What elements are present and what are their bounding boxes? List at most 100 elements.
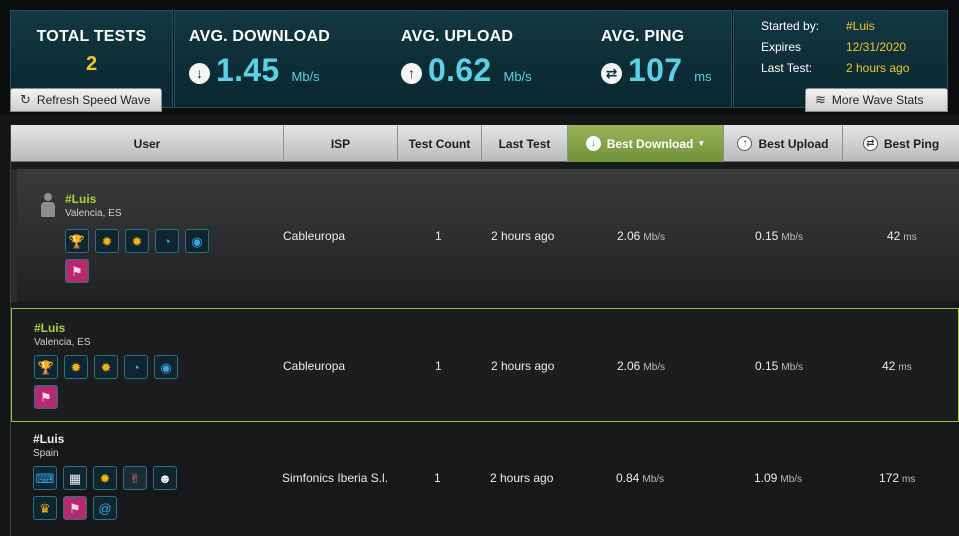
avg-ping-stat: AVG. PING ⇄ 107 ms [601, 28, 712, 89]
refresh-speed-wave-button[interactable]: ↻ Refresh Speed Wave [10, 88, 162, 112]
isp-cell: Cableuropa [283, 359, 346, 373]
table-row[interactable]: #Luis Valencia, ES 🏆 ✹ ✹ ◔ ◉ ⚑ Cableurop… [11, 308, 959, 422]
panda-icon[interactable]: ☻ [153, 466, 177, 490]
speedometer-icon[interactable]: ◔ [124, 355, 148, 379]
avg-ping-unit: ms [694, 69, 712, 84]
upload-value: 0.15 [755, 359, 779, 373]
gold-medal-icon[interactable]: ✹ [94, 355, 118, 379]
test-count-cell: 1 [435, 229, 442, 243]
gold-trophy-icon[interactable]: 🏆 [34, 355, 58, 379]
averages-panel: AVG. DOWNLOAD ↓ 1.45 Mb/s AVG. UPLOAD ↑ … [174, 10, 732, 108]
ping-unit: ms [903, 232, 917, 243]
checkered-flag-icon[interactable]: ▦ [63, 466, 87, 490]
download-cell: 2.06 Mb/s [617, 359, 665, 373]
upload-cell: 0.15 Mb/s [755, 359, 803, 373]
column-header-isp[interactable]: ISP [284, 125, 398, 162]
table-row[interactable]: #Luis Spain ⌨ ▦ ✹ ✌ ☻ ♛ ⚑ @ Simfonics Ib… [11, 423, 959, 536]
started-by-label: Started by: [761, 19, 820, 33]
upload-value: 0.15 [755, 229, 779, 243]
user-location: Valencia, ES [65, 208, 122, 219]
user-name[interactable]: #Luis [33, 432, 64, 446]
download-unit: Mb/s [643, 232, 666, 243]
gold-trophy-icon[interactable]: 🏆 [65, 229, 89, 253]
best-ping-label: Best Ping [883, 136, 940, 151]
upload-arrow-icon: ↑ [737, 136, 753, 151]
pink-ribbon-icon[interactable]: ⚑ [63, 496, 87, 520]
avg-ping-label: AVG. PING [601, 28, 685, 45]
isp-cell: Simfonics Iberia S.l. [282, 471, 389, 485]
download-arrow-icon: ↓ [189, 62, 210, 84]
avg-ping-value: 107 [628, 52, 683, 88]
gold-medal-icon[interactable]: ✹ [93, 466, 117, 490]
results-table: User ISP Test Count Last Test ↓ Best Dow… [10, 125, 959, 536]
download-value: 2.06 [617, 359, 641, 373]
user-name[interactable]: #Luis [34, 321, 65, 335]
gold-medal-icon[interactable]: ✹ [125, 229, 149, 253]
computer-user-icon[interactable]: ⌨ [33, 466, 57, 490]
upload-unit: Mb/s [781, 232, 804, 243]
column-header-test-count[interactable]: Test Count [398, 125, 482, 162]
ping-unit: ms [902, 474, 916, 485]
ping-value: 42 [882, 359, 896, 373]
last-test-cell: 2 hours ago [491, 229, 555, 243]
isp-cell: Cableuropa [283, 229, 346, 243]
user-name[interactable]: #Luis [65, 192, 96, 206]
badge-list: 🏆 ✹ ✹ ◔ ◉ ⚑ [65, 229, 225, 283]
column-header-best-ping[interactable]: ⇄ Best Ping [843, 125, 959, 162]
more-wave-stats-button[interactable]: ≋ More Wave Stats [805, 88, 948, 112]
download-cell: 2.06 Mb/s [617, 229, 665, 243]
upload-value: 1.09 [754, 471, 778, 485]
total-tests-label: TOTAL TESTS [36, 28, 147, 45]
ping-cell: 42 ms [882, 359, 912, 373]
last-test-label: Last Test: [761, 61, 813, 75]
speedometer-icon[interactable]: ◔ [155, 229, 179, 253]
ping-arrows-icon: ⇄ [601, 63, 622, 84]
table-row[interactable]: #Luis Valencia, ES 🏆 ✹ ✹ ◔ ◉ ⚑ Cableurop… [11, 169, 959, 302]
podium-icon[interactable]: ♛ [33, 496, 57, 520]
column-header-user[interactable]: User [11, 125, 284, 162]
user-silhouette-icon [41, 193, 55, 217]
column-header-best-upload[interactable]: ↑ Best Upload [724, 125, 843, 162]
download-arrow-icon: ↓ [585, 136, 601, 151]
avg-download-stat: AVG. DOWNLOAD ↓ 1.45 Mb/s [189, 28, 330, 89]
more-stats-button-label: More Wave Stats [831, 93, 924, 107]
started-by-value[interactable]: #Luis [846, 19, 875, 33]
download-value: 0.84 [616, 471, 640, 485]
avg-download-unit: Mb/s [291, 69, 320, 84]
download-unit: Mb/s [642, 474, 665, 485]
ping-cell: 42 ms [887, 229, 917, 243]
avg-download-value: 1.45 [216, 52, 280, 88]
avg-upload-unit: Mb/s [503, 69, 532, 84]
gold-medal-icon[interactable]: ✹ [95, 229, 119, 253]
sort-caret-icon: ▼ [697, 139, 706, 148]
user-location: Valencia, ES [34, 337, 91, 348]
ping-arrows-icon: ⇄ [862, 136, 878, 151]
test-count-cell: 1 [434, 471, 441, 485]
best-download-label: Best Download [606, 136, 694, 151]
globe-icon[interactable]: ◉ [154, 355, 178, 379]
column-header-best-download[interactable]: ↓ Best Download ▼ [568, 125, 724, 162]
refresh-button-label: Refresh Speed Wave [36, 93, 151, 107]
upload-arrow-icon: ↑ [401, 62, 422, 84]
snail-icon[interactable]: @ [93, 496, 117, 520]
upload-unit: Mb/s [781, 362, 804, 373]
ping-cell: 172 ms [879, 471, 915, 485]
badge-list: ⌨ ▦ ✹ ✌ ☻ ♛ ⚑ @ [33, 466, 193, 520]
avg-download-label: AVG. DOWNLOAD [189, 28, 330, 45]
pink-ribbon-icon[interactable]: ⚑ [65, 259, 89, 283]
avg-upload-stat: AVG. UPLOAD ↑ 0.62 Mb/s [401, 28, 532, 89]
rock-hand-icon[interactable]: ✌ [123, 466, 147, 490]
expires-value: 12/31/2020 [846, 40, 907, 54]
stats-wave-icon: ≋ [815, 92, 826, 107]
ping-value: 172 [879, 471, 900, 485]
column-header-last-test[interactable]: Last Test [482, 125, 568, 162]
gold-medal-icon[interactable]: ✹ [64, 355, 88, 379]
table-header: User ISP Test Count Last Test ↓ Best Dow… [11, 125, 959, 162]
upload-cell: 1.09 Mb/s [754, 471, 802, 485]
ping-value: 42 [887, 229, 901, 243]
download-unit: Mb/s [643, 362, 666, 373]
last-test-cell: 2 hours ago [490, 471, 554, 485]
pink-ribbon-icon[interactable]: ⚑ [34, 385, 58, 409]
best-upload-label: Best Upload [758, 136, 829, 151]
globe-icon[interactable]: ◉ [185, 229, 209, 253]
